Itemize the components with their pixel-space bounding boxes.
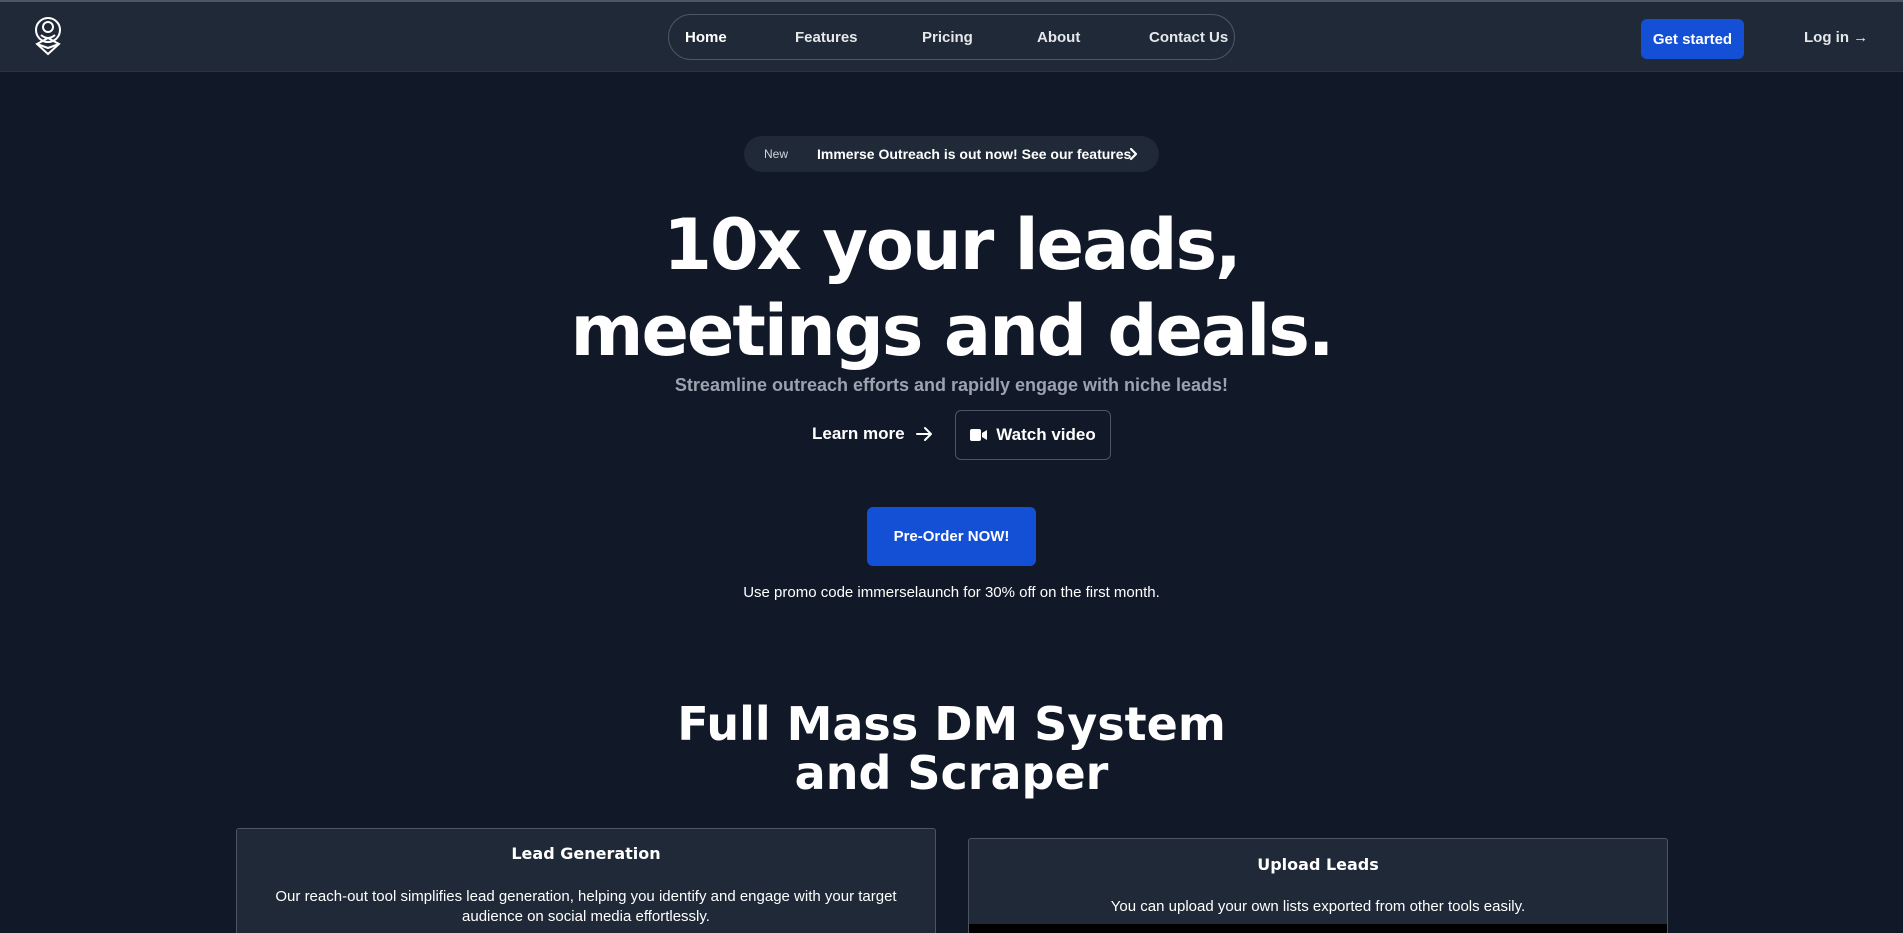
hero-title-line-2: meetings and deals. bbox=[570, 290, 1335, 372]
announcement-text: Immerse Outreach is out now! See our fea… bbox=[817, 146, 1132, 162]
nav-features[interactable]: Features bbox=[795, 29, 858, 46]
card-title: Upload Leads bbox=[1257, 855, 1379, 874]
nav-pricing[interactable]: Pricing bbox=[922, 29, 973, 46]
watch-video-label: Watch video bbox=[996, 425, 1096, 444]
logo-icon[interactable] bbox=[29, 16, 67, 60]
get-started-button[interactable]: Get started bbox=[1641, 19, 1744, 59]
announcement-pill[interactable]: New Immerse Outreach is out now! See our… bbox=[744, 136, 1159, 172]
promo-text: Use promo code immerselaunch for 30% off… bbox=[743, 584, 1160, 601]
site-header: Home Features Pricing About Contact Us G… bbox=[0, 2, 1903, 72]
card-preview-image bbox=[969, 924, 1667, 933]
new-badge: New bbox=[764, 147, 789, 161]
login-link[interactable]: Log in → bbox=[1804, 29, 1868, 46]
features-title-line-2: and Scraper bbox=[794, 746, 1109, 800]
features-title-line-1: Full Mass DM System bbox=[677, 697, 1226, 751]
main-nav: Home Features Pricing About Contact Us bbox=[668, 14, 1235, 60]
arrow-right-icon bbox=[915, 427, 932, 441]
card-text: You can upload your own lists exported f… bbox=[1110, 898, 1526, 915]
chevron-right-icon bbox=[1129, 147, 1138, 161]
learn-more-link[interactable]: Learn more bbox=[812, 424, 933, 444]
upload-leads-card: Upload Leads You can upload your own lis… bbox=[968, 838, 1668, 933]
nav-about[interactable]: About bbox=[1037, 29, 1080, 46]
nav-contact-us[interactable]: Contact Us bbox=[1149, 29, 1228, 46]
features-section-title: Full Mass DM System and Scraper bbox=[0, 700, 1903, 798]
card-title: Lead Generation bbox=[511, 844, 661, 863]
nav-home[interactable]: Home bbox=[685, 29, 727, 46]
video-camera-icon bbox=[970, 429, 988, 441]
hero-subtitle: Streamline outreach efforts and rapidly … bbox=[674, 375, 1229, 395]
card-text: Our reach-out tool simplifies lead gener… bbox=[275, 888, 897, 925]
hero-title-line-1: 10x your leads, bbox=[663, 204, 1241, 286]
watch-video-button[interactable]: Watch video bbox=[955, 410, 1111, 460]
learn-more-label: Learn more bbox=[812, 424, 905, 443]
pre-order-button[interactable]: Pre-Order NOW! bbox=[867, 507, 1036, 566]
hero-title: 10x your leads, meetings and deals. bbox=[0, 202, 1903, 374]
lead-generation-card: Lead Generation Our reach-out tool simpl… bbox=[236, 828, 936, 933]
